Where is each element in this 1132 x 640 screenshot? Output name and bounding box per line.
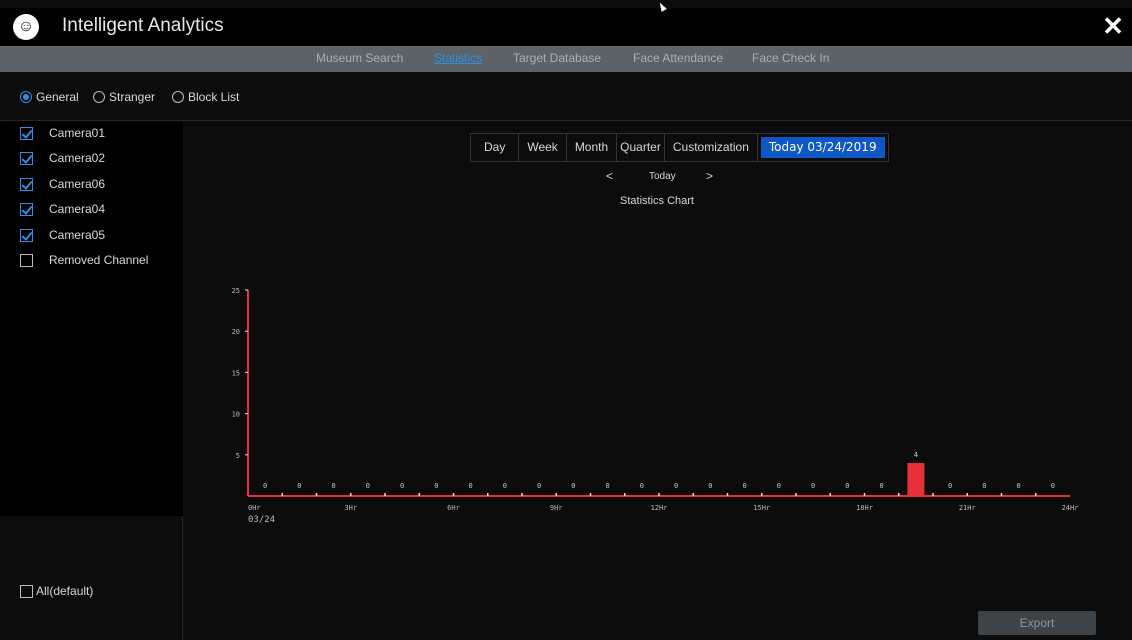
camera-label: Camera05: [49, 228, 106, 242]
y-tick-label: 10: [232, 411, 240, 419]
x-tick-label: 15Hr: [753, 504, 770, 512]
chart-title: Statistics Chart: [620, 195, 694, 207]
statistics-chart: 5 10 15 20 25 0Hr 3Hr 6Hr 9Hr 12Hr 15Hr 18Hr 21Hr 24H…: [232, 287, 1079, 525]
bar-value-label: 0: [948, 482, 952, 490]
bar-value-label: 4: [914, 451, 918, 459]
camera-item-removed-channel[interactable]: Removed Channel: [20, 253, 148, 267]
period-month-button[interactable]: Month: [567, 134, 618, 161]
bar-value-label: 0: [606, 482, 610, 490]
bar-value-label: 0: [537, 482, 541, 490]
bar: [907, 463, 925, 496]
bar-value-label: 0: [400, 482, 404, 490]
bar-value-label: 0: [1051, 482, 1055, 490]
x-tick-label: 0Hr: [248, 504, 261, 512]
tab-target-database[interactable]: Target Database: [513, 51, 601, 65]
bar-value-label: 0: [674, 482, 678, 490]
bar-value-label: 0: [777, 482, 781, 490]
prev-arrow-icon[interactable]: <: [606, 169, 613, 183]
period-week-button[interactable]: Week: [519, 134, 567, 161]
bar-value-label: 0: [263, 482, 267, 490]
bar-value-label: 0: [503, 482, 507, 490]
radio-general-label: General: [36, 90, 79, 104]
date-label: 03/24: [248, 515, 275, 525]
period-today-button[interactable]: Today 03/24/2019: [760, 137, 885, 158]
camera-item[interactable]: Camera05: [20, 228, 105, 242]
bar-value-label: 0: [297, 482, 301, 490]
bar-value-label: 0: [640, 482, 644, 490]
period-day-button[interactable]: Day: [471, 134, 520, 161]
checkbox-icon: [20, 151, 33, 165]
y-tick-label: 20: [232, 328, 240, 336]
x-tick-label: 9Hr: [550, 504, 563, 512]
period-selector: Day Week Month Quarter Customization Tod…: [470, 133, 889, 162]
radio-block-list[interactable]: Block List: [172, 90, 239, 104]
checkbox-icon: [20, 584, 33, 598]
bar-value-label: 0: [332, 482, 336, 490]
radio-stranger-label: Stranger: [109, 90, 156, 104]
tab-museum-search[interactable]: Museum Search: [316, 51, 403, 65]
camera-label: Camera02: [49, 151, 106, 165]
checkbox-icon: [20, 126, 33, 140]
bar-value-label: 0: [743, 482, 747, 490]
x-tick-label: 12Hr: [651, 504, 668, 512]
tab-bar: Museum Search Statistics Target Database…: [0, 46, 1132, 72]
tab-face-attendance[interactable]: Face Attendance: [633, 51, 723, 65]
checkbox-icon: [20, 228, 33, 242]
x-tick-label: 6Hr: [447, 504, 460, 512]
radio-stranger[interactable]: Stranger: [93, 90, 155, 104]
camera-label: Camera06: [49, 177, 106, 191]
all-default-label: All(default): [36, 584, 94, 598]
bar-value-label: 0: [982, 482, 986, 490]
camera-list: Camera01 Camera02 Camera06 Camera04 Came…: [0, 121, 183, 516]
radio-dot-icon: [20, 91, 32, 103]
date-nav-label: Today: [649, 171, 676, 182]
radio-general[interactable]: General: [20, 90, 79, 104]
checkbox-icon: [20, 253, 33, 267]
y-tick-label: 5: [236, 452, 240, 460]
x-tick-label: 21Hr: [959, 504, 976, 512]
bar-value-label: 0: [845, 482, 849, 490]
camera-label: Camera04: [49, 202, 106, 216]
bar-value-label: 0: [708, 482, 712, 490]
period-quarter-button[interactable]: Quarter: [617, 134, 665, 161]
camera-item[interactable]: Camera02: [20, 151, 105, 165]
date-navigator: < Today >: [600, 169, 725, 186]
camera-item[interactable]: Camera06: [20, 177, 105, 191]
camera-item[interactable]: Camera04: [20, 202, 105, 216]
radio-dot-icon: [172, 91, 184, 103]
radio-block-list-label: Block List: [188, 90, 240, 104]
all-default-checkbox[interactable]: All(default): [20, 584, 93, 598]
y-tick-label: 25: [232, 287, 240, 295]
bar-value-label: 0: [880, 482, 884, 490]
camera-item[interactable]: Camera01: [20, 126, 105, 140]
checkbox-icon: [20, 177, 33, 191]
export-button[interactable]: Export: [978, 611, 1096, 635]
next-arrow-icon[interactable]: >: [706, 169, 713, 183]
tab-face-check-in[interactable]: Face Check In: [752, 51, 829, 65]
app-title: Intelligent Analytics: [62, 15, 224, 36]
bar-value-label: 0: [1017, 482, 1021, 490]
bar-value-label: 0: [434, 482, 438, 490]
face-logo-icon: ☺: [13, 14, 39, 40]
close-button[interactable]: ✕: [1100, 11, 1126, 41]
filter-type-bar: General Stranger Block List: [0, 72, 1132, 121]
x-tick-label: 24Hr: [1062, 504, 1079, 512]
x-tick-label: 18Hr: [856, 504, 873, 512]
bar-value-label: 0: [811, 482, 815, 490]
radio-dot-icon: [93, 91, 105, 103]
tab-statistics[interactable]: Statistics: [434, 51, 482, 65]
x-tick-label: 3Hr: [344, 504, 357, 512]
bar-value-label: 0: [571, 482, 575, 490]
title-bar: ☺ Intelligent Analytics ✕: [0, 8, 1132, 46]
camera-label: Removed Channel: [49, 253, 149, 267]
bar-value-label: 0: [366, 482, 370, 490]
checkbox-icon: [20, 202, 33, 216]
period-customization-button[interactable]: Customization: [665, 134, 758, 161]
camera-label: Camera01: [49, 126, 106, 140]
sidebar-footer: [0, 516, 183, 640]
y-tick-label: 15: [232, 369, 240, 377]
bar-value-label: 0: [469, 482, 473, 490]
